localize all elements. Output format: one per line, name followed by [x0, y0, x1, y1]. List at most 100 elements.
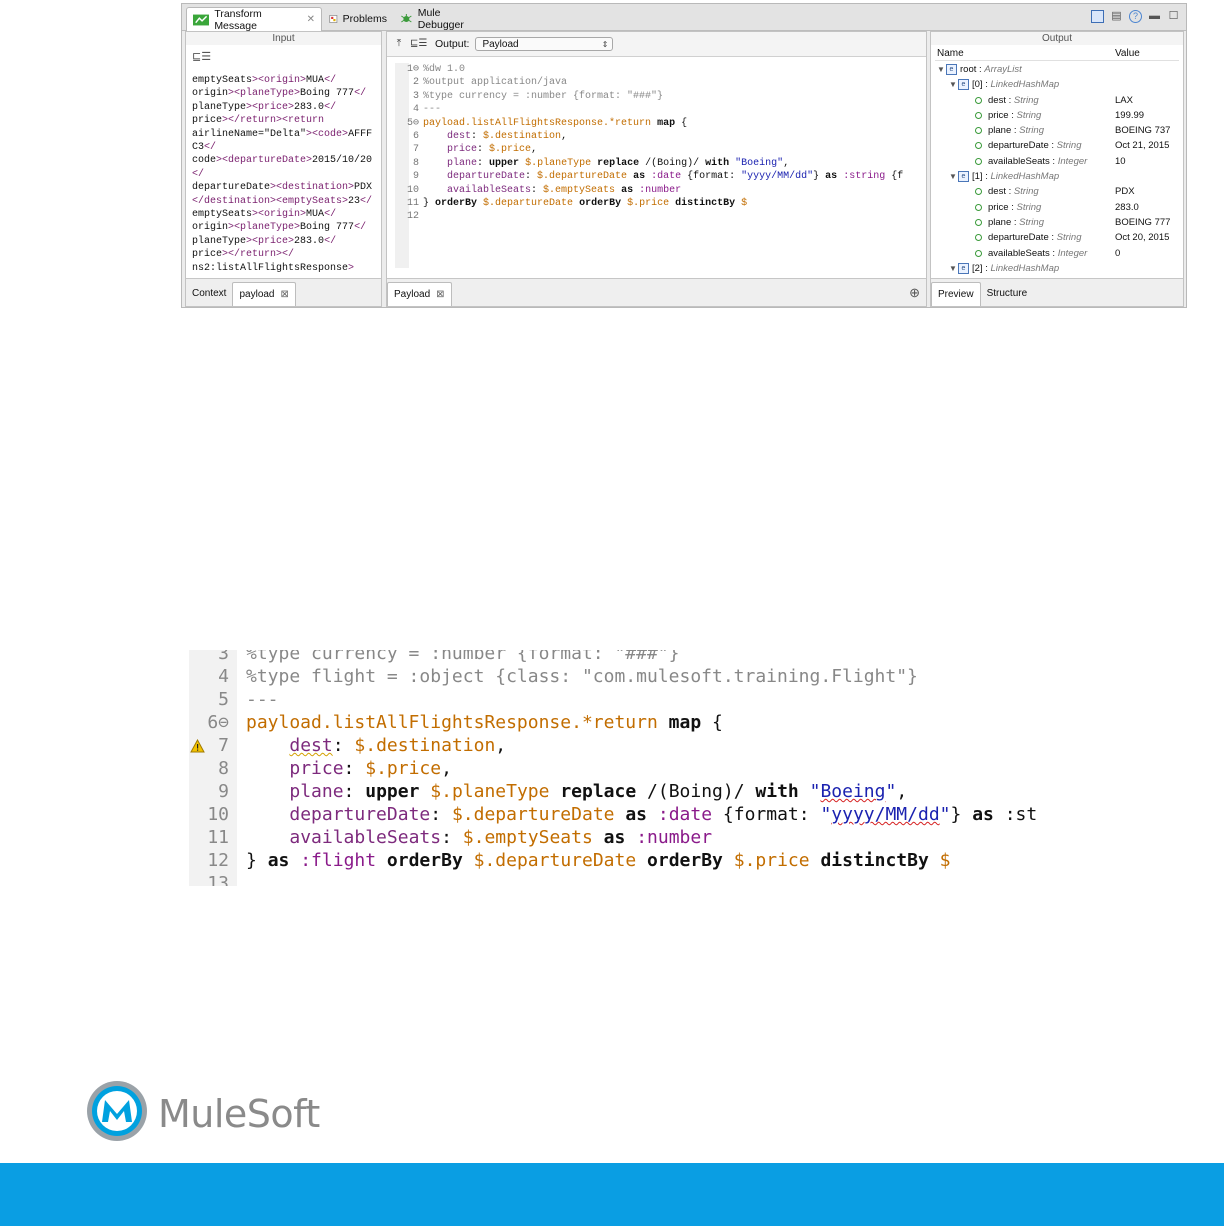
chevron-updown-icon: ⇕: [601, 40, 609, 49]
tree-row[interactable]: ▼ e [1] : LinkedHashMap: [937, 169, 1179, 184]
help-icon[interactable]: ?: [1129, 10, 1142, 23]
line-number: 5⊖: [406, 117, 419, 129]
output-select[interactable]: Payload ⇕: [475, 37, 614, 51]
tree-row[interactable]: availableSeats : Integer 0: [937, 246, 1179, 261]
code-line: 8 price: $.price,: [189, 757, 1039, 780]
footer-bar: [0, 1163, 1224, 1226]
outline-icon[interactable]: ⊑☰: [410, 37, 427, 51]
tree-row[interactable]: price : String 199.99: [937, 108, 1179, 123]
code-line: 2 %output application/java: [401, 76, 903, 89]
input-pane-header: Input: [186, 32, 381, 45]
view-toolbar: ▤ ? ▬ ☐: [1091, 10, 1180, 23]
input-line: </: [192, 168, 205, 180]
mulesoft-logo: MuleSoft: [86, 1080, 326, 1144]
input-pane: Input ⊑☰ emptySeats><origin>MUA</origin>…: [185, 31, 382, 307]
field-icon: [975, 203, 982, 211]
close-icon[interactable]: ✕: [307, 14, 315, 25]
input-xml-text[interactable]: emptySeats><origin>MUA</origin><planeTyp…: [192, 74, 372, 275]
tree-row[interactable]: price : String 283.0: [937, 200, 1179, 215]
tab-problems[interactable]: Problems: [323, 7, 393, 31]
field-icon: [975, 157, 982, 165]
tab-payload-script[interactable]: Payload ⊠: [387, 282, 452, 306]
expand-triangle-icon: ▼: [937, 65, 945, 74]
code-line: 10 departureDate: $.departureDate as :da…: [189, 803, 1039, 826]
studio-editor-screenshot: Transform Message ✕ Problems Mule Debugg…: [181, 3, 1187, 308]
minimize-icon[interactable]: ▬: [1148, 10, 1161, 23]
tab-context[interactable]: Context: [186, 282, 232, 306]
tree-row[interactable]: ▼ e root : ArrayList: [937, 62, 1179, 77]
line-number: 12: [406, 211, 419, 223]
expand-triangle-icon: ▼: [949, 263, 957, 273]
tree-row[interactable]: ▼ e [2] : LinkedHashMap: [937, 261, 1179, 276]
tree-value: Oct 20, 2015: [1115, 232, 1170, 244]
dataweave-code-editor[interactable]: 1⊖ %dw 1.0 2 %output application/java 3 %type…: [401, 63, 903, 224]
column-value-header: Value: [1115, 48, 1140, 59]
tree-row[interactable]: departureDate : String Oct 21, 2015: [937, 138, 1179, 153]
line-number: 4: [218, 666, 229, 687]
input-line: price></return></: [192, 249, 295, 261]
tree-value: BOEING 737: [1115, 125, 1171, 137]
output-pane-header: Output: [931, 32, 1183, 45]
input-line: C3</: [192, 142, 217, 154]
tab-preview[interactable]: Preview: [931, 282, 981, 306]
tab-transform-message[interactable]: Transform Message ✕: [186, 7, 322, 32]
outline-icon[interactable]: ⊑☰: [192, 50, 211, 63]
line-number: 5: [218, 689, 229, 710]
code-line: 8 plane: upper $.planeType replace /(Boi…: [401, 157, 903, 170]
tree-row[interactable]: dest : String PDX: [937, 184, 1179, 199]
tree-view-icon[interactable]: ▤: [1110, 10, 1123, 23]
input-line: emptySeats><origin>MUA</: [192, 75, 337, 86]
dataweave-code-snippet: 3 %type currency = :number {format: "###"…: [189, 650, 1039, 886]
tree-row[interactable]: dest : String LAX: [937, 93, 1179, 108]
line-number: 6⊖: [207, 712, 229, 733]
output-tree[interactable]: ▼ e root : ArrayList ▼ e [0] : LinkedHashMap d…: [937, 62, 1179, 276]
code-line: 11 availableSeats: $.emptySeats as :numb…: [189, 826, 1039, 849]
script-toolbar: ⤒ ⊑☰ Output: Payload ⇕: [387, 32, 926, 57]
line-number: 11: [406, 198, 419, 210]
tab-label: Transform Message: [214, 7, 262, 32]
input-pane-tabs: Context payload ⊠: [186, 278, 381, 306]
close-icon[interactable]: ⊠: [436, 289, 444, 300]
expand-triangle-icon: ▼: [949, 172, 957, 182]
line-number: 9: [412, 171, 419, 183]
maximize-icon[interactable]: ☐: [1167, 10, 1180, 23]
tab-mule-debugger[interactable]: Mule Debugger: [394, 7, 494, 31]
field-icon: [975, 188, 982, 196]
code-line: 6 dest: $.destination,: [401, 130, 903, 143]
code-line: 13: [189, 872, 1039, 886]
tree-row[interactable]: departureDate : String Oct 20, 2015: [937, 230, 1179, 245]
close-icon[interactable]: ⊠: [281, 289, 289, 300]
input-line: departureDate><destination>PDX: [192, 182, 373, 194]
output-select-value: Payload: [482, 39, 519, 50]
line-number: 4: [412, 104, 419, 116]
input-line: ns2:listAllFlightsResponse>: [192, 262, 355, 274]
field-icon: [975, 96, 982, 104]
tab-payload[interactable]: payload ⊠: [232, 282, 296, 306]
add-icon[interactable]: ⊕: [909, 285, 920, 301]
field-icon: [975, 234, 982, 242]
line-number: 2: [412, 77, 419, 89]
tree-row[interactable]: availableSeats : Integer 10: [937, 154, 1179, 169]
debugger-bug-icon: [401, 14, 412, 23]
mulesoft-m-icon: [87, 1081, 147, 1141]
code-line: 9 plane: upper $.planeType replace /(Boi…: [189, 780, 1039, 803]
field-icon: [975, 111, 982, 119]
code-line: 4 %type flight = :object {class: "com.mul…: [189, 665, 1039, 688]
tree-row[interactable]: ▼ e [0] : LinkedHashMap: [937, 77, 1179, 92]
script-pane: ⤒ ⊑☰ Output: Payload ⇕ 1⊖ %dw 1.0 2 %output …: [386, 31, 927, 307]
code-line: 6⊖ payload.listAllFlightsResponse.*return…: [189, 711, 1039, 734]
line-number: 9: [218, 781, 229, 802]
output-label: Output:: [435, 38, 470, 50]
code-line: 10 availableSeats: $.emptySeats as :numb…: [401, 184, 903, 197]
output-pane: Output Name Value ▼ e root : ArrayList ▼ e [0…: [930, 31, 1184, 307]
code-snippet-zoom: 3 %type currency = :number {format: "###"…: [189, 650, 1039, 886]
tab-structure[interactable]: Structure: [981, 282, 1034, 306]
problems-icon: [329, 15, 338, 23]
tree-row[interactable]: plane : String BOEING 737: [937, 123, 1179, 138]
tree-row[interactable]: plane : String BOEING 777: [937, 215, 1179, 230]
input-line: price></return><return: [192, 115, 325, 127]
line-number: 3: [218, 650, 229, 664]
save-icon[interactable]: [1091, 10, 1104, 23]
line-number: 6: [412, 131, 419, 143]
preview-icon[interactable]: ⤒: [391, 37, 407, 51]
